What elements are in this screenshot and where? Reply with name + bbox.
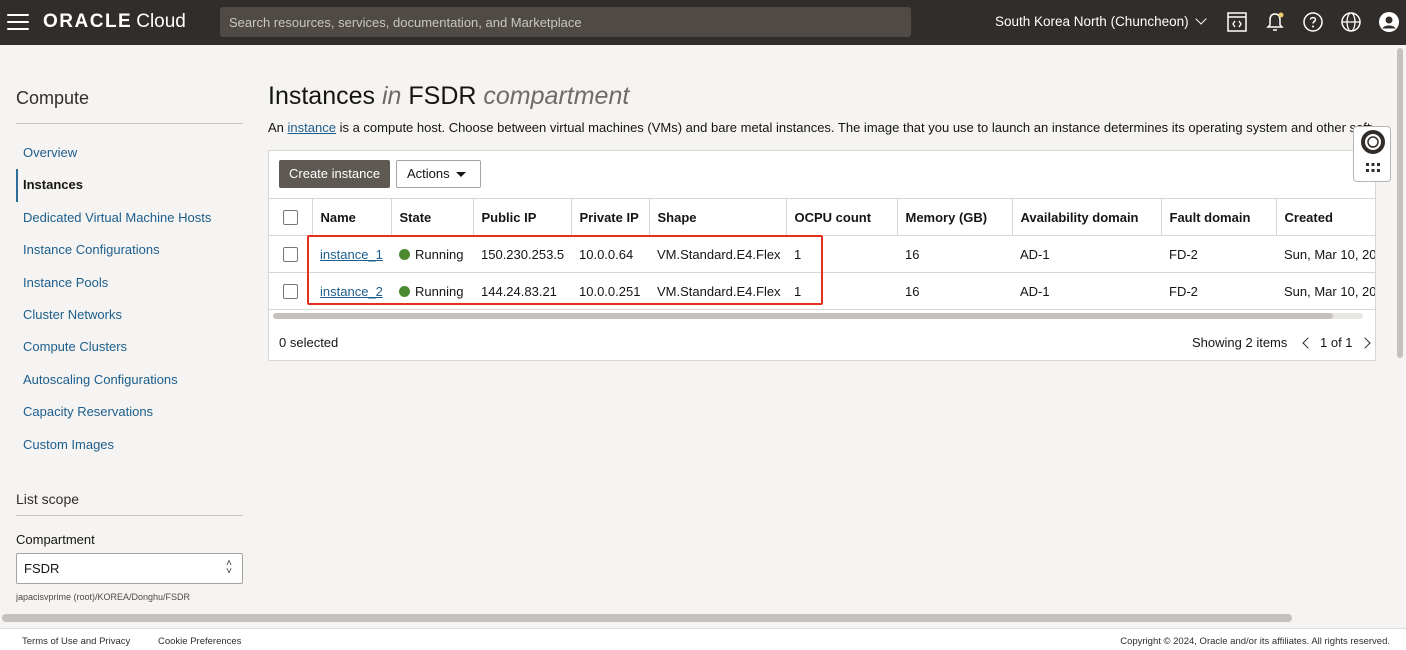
left-sidebar: Compute Overview Instances Dedicated Vir… xyxy=(16,45,243,602)
sidebar-item-autoscaling-configurations[interactable]: Autoscaling Configurations xyxy=(16,364,243,396)
public-ip-cell: 144.24.83.21 xyxy=(473,272,571,310)
compartment-path: japacisvprime (root)/KOREA/Donghu/FSDR xyxy=(16,591,191,602)
table-row: instance_2 Running 144.24.83.21 10.0.0.2… xyxy=(269,272,1375,310)
actions-button[interactable]: Actions xyxy=(396,160,481,188)
ad-cell: AD-1 xyxy=(1012,235,1161,273)
sidebar-item-compute-clusters[interactable]: Compute Clusters xyxy=(16,331,243,363)
instance-name-link[interactable]: instance_2 xyxy=(320,284,383,299)
state-cell: Running xyxy=(391,235,473,273)
sidebar-item-dedicated-vm-hosts[interactable]: Dedicated Virtual Machine Hosts xyxy=(16,202,243,234)
row-checkbox[interactable] xyxy=(283,247,298,263)
running-status-icon xyxy=(399,285,410,297)
column-header-state[interactable]: State xyxy=(391,198,474,236)
row-checkbox[interactable] xyxy=(283,284,298,300)
column-header-created[interactable]: Created xyxy=(1276,198,1375,236)
shape-cell: VM.Standard.E4.Flex xyxy=(649,272,786,310)
search-input[interactable]: Search resources, services, documentatio… xyxy=(220,7,911,37)
instances-table: Name State Public IP Private IP Shape OC… xyxy=(269,198,1375,310)
column-header-ocpu-count[interactable]: OCPU count xyxy=(786,198,898,236)
table-horizontal-scrollbar[interactable] xyxy=(273,313,1363,319)
chevron-down-icon xyxy=(1194,13,1207,25)
select-all-checkbox[interactable] xyxy=(283,210,298,226)
created-cell: Sun, Mar 10, 2024 xyxy=(1276,272,1375,310)
help-widget[interactable] xyxy=(1353,126,1391,182)
menu-icon[interactable] xyxy=(7,14,29,30)
fd-cell: FD-2 xyxy=(1161,272,1276,310)
shape-cell: VM.Standard.E4.Flex xyxy=(649,235,786,273)
sidebar-nav: Overview Instances Dedicated Virtual Mac… xyxy=(16,137,243,461)
next-page-icon[interactable] xyxy=(1358,336,1371,349)
page-description: An instance is a compute host. Choose be… xyxy=(268,120,1373,135)
sidebar-item-instance-pools[interactable]: Instance Pools xyxy=(16,267,243,299)
sidebar-item-overview[interactable]: Overview xyxy=(16,137,243,169)
sidebar-item-cluster-networks[interactable]: Cluster Networks xyxy=(16,299,243,331)
globe-icon[interactable] xyxy=(1340,11,1362,33)
sidebar-title: Compute xyxy=(16,88,243,124)
compartment-select[interactable]: FSDR ˄ ˅ xyxy=(16,552,243,584)
create-instance-button[interactable]: Create instance xyxy=(279,160,391,188)
help-icon[interactable] xyxy=(1302,11,1324,33)
region-selector[interactable]: South Korea North (Chuncheon) xyxy=(995,13,1207,29)
private-ip-cell: 10.0.0.251 xyxy=(571,272,649,310)
sidebar-item-instances[interactable]: Instances xyxy=(16,169,243,202)
public-ip-cell: 150.230.253.5 xyxy=(473,235,571,273)
instances-panel: Create instance Actions Name State Publi… xyxy=(268,150,1376,361)
page-vertical-scrollbar[interactable] xyxy=(1396,48,1404,360)
instance-link[interactable]: instance xyxy=(288,120,336,135)
page-title: Instances in FSDR compartment xyxy=(268,82,630,110)
table-row: instance_1 Running 150.230.253.5 10.0.0.… xyxy=(269,235,1375,273)
oracle-cloud-logo[interactable]: ORACLE Cloud xyxy=(43,11,186,33)
bell-icon[interactable] xyxy=(1264,11,1286,33)
sidebar-item-instance-configurations[interactable]: Instance Configurations xyxy=(16,234,243,266)
compartment-label: Compartment xyxy=(16,531,95,547)
previous-page-icon[interactable] xyxy=(1302,336,1314,349)
column-header-private-ip[interactable]: Private IP xyxy=(571,198,650,236)
column-header-memory[interactable]: Memory (GB) xyxy=(897,198,1013,236)
fd-cell: FD-2 xyxy=(1161,235,1276,273)
list-scope-title: List scope xyxy=(16,491,243,516)
sidebar-item-custom-images[interactable]: Custom Images xyxy=(16,429,243,461)
column-header-name[interactable]: Name xyxy=(312,198,392,236)
terms-link[interactable]: Terms of Use and Privacy xyxy=(22,636,130,647)
created-cell: Sun, Mar 10, 2024 xyxy=(1276,235,1375,273)
sidebar-item-capacity-reservations[interactable]: Capacity Reservations xyxy=(16,396,243,428)
running-status-icon xyxy=(399,248,410,260)
caret-down-icon xyxy=(456,172,466,177)
column-header-fault-domain[interactable]: Fault domain xyxy=(1161,198,1277,236)
ad-cell: AD-1 xyxy=(1012,272,1161,310)
code-editor-icon[interactable] xyxy=(1226,11,1248,33)
lifebuoy-icon xyxy=(1361,130,1385,172)
footer: Terms of Use and Privacy Cookie Preferen… xyxy=(0,628,1406,650)
copyright-text: Copyright © 2024, Oracle and/or its affi… xyxy=(1120,636,1390,647)
showing-items: Showing 2 items xyxy=(1192,335,1288,350)
page-horizontal-scrollbar[interactable] xyxy=(2,614,1292,622)
state-cell: Running xyxy=(391,272,473,310)
user-icon[interactable] xyxy=(1378,11,1400,33)
column-header-availability-domain[interactable]: Availability domain xyxy=(1012,198,1162,236)
ocpu-cell: 1 xyxy=(786,272,897,310)
pagination: 1 of 1 xyxy=(1302,335,1371,350)
up-down-icon: ˄ ˅ xyxy=(226,557,232,577)
top-bar: ORACLE Cloud Search resources, services, … xyxy=(0,0,1406,45)
memory-cell: 16 xyxy=(897,272,1012,310)
page-indicator: 1 of 1 xyxy=(1320,335,1353,350)
instance-name-link[interactable]: instance_1 xyxy=(320,247,383,262)
ocpu-cell: 1 xyxy=(786,235,897,273)
memory-cell: 16 xyxy=(897,235,1012,273)
table-header-row: Name State Public IP Private IP Shape OC… xyxy=(269,198,1375,236)
cookie-preferences-link[interactable]: Cookie Preferences xyxy=(158,636,241,647)
compartment-value: FSDR xyxy=(24,560,60,576)
column-header-public-ip[interactable]: Public IP xyxy=(473,198,572,236)
private-ip-cell: 10.0.0.64 xyxy=(571,235,649,273)
column-header-shape[interactable]: Shape xyxy=(649,198,787,236)
selected-count: 0 selected xyxy=(279,335,339,350)
